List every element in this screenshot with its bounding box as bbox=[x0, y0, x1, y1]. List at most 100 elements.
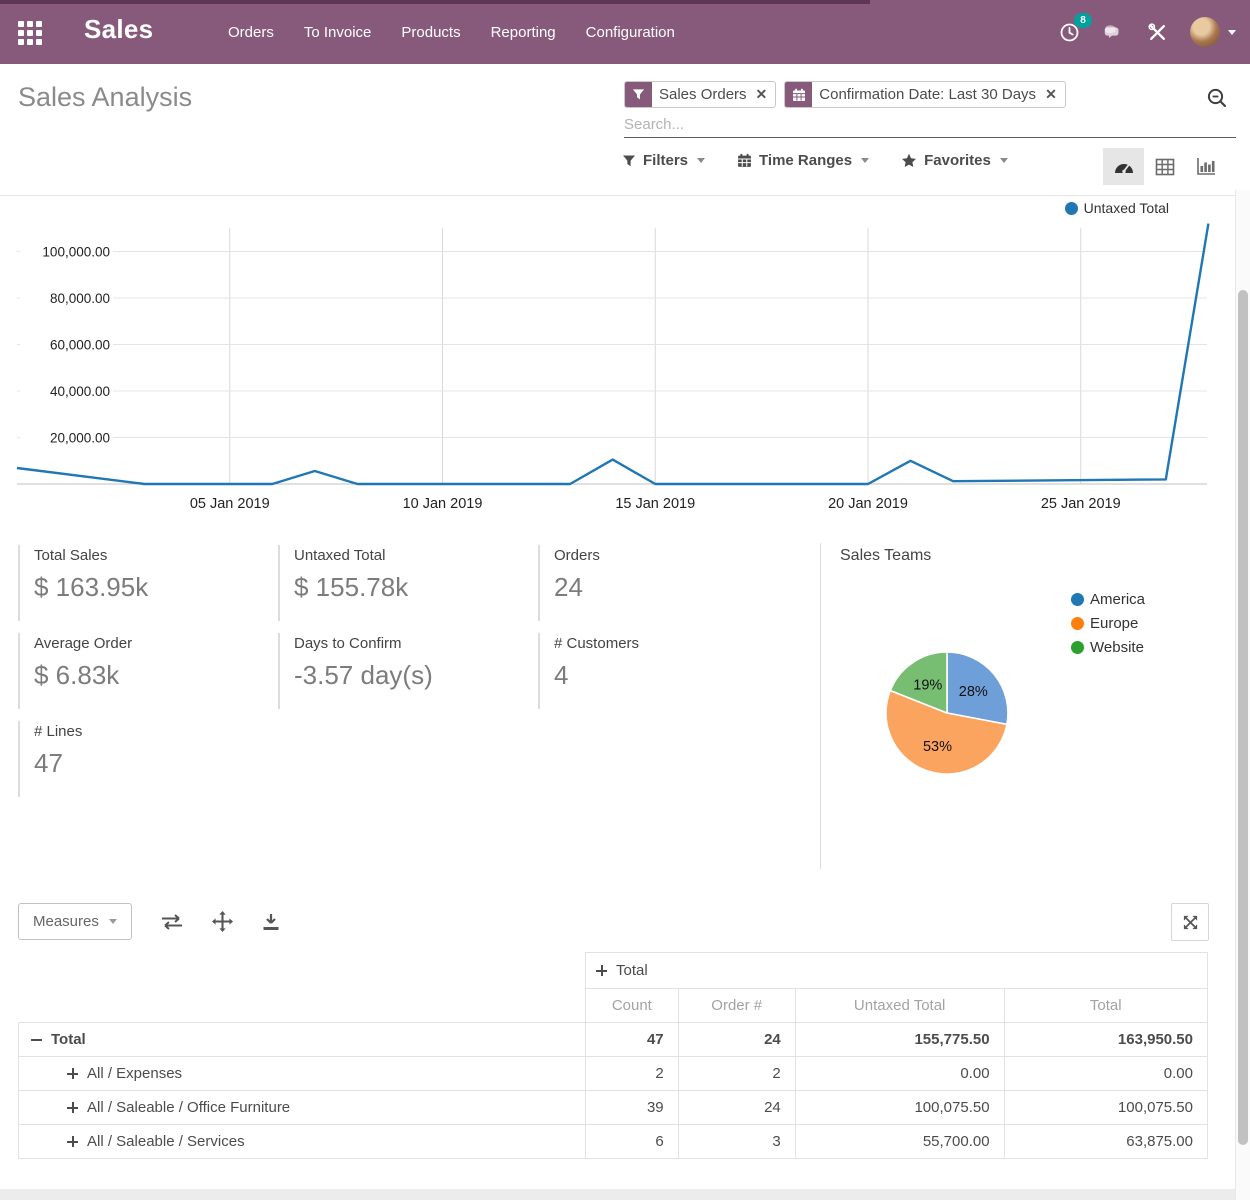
legend-label: America bbox=[1090, 591, 1145, 608]
pie-legend-item-europe[interactable]: Europe bbox=[1071, 615, 1145, 632]
y-axis-tick-label: 60,000.00 bbox=[50, 338, 110, 353]
menu-item-to-invoice[interactable]: To Invoice bbox=[304, 24, 372, 41]
pivot-cell[interactable]: 47 bbox=[586, 1023, 679, 1057]
table-grid-icon bbox=[1155, 158, 1175, 176]
pivot-row: All / Saleable / Office Furniture3924100… bbox=[19, 1091, 1208, 1125]
search-facets: Sales Orders ✕ Confirmation Date: Last 3… bbox=[624, 81, 1066, 108]
scrollbar-thumb[interactable] bbox=[1238, 290, 1248, 1145]
kpi-label: Orders bbox=[554, 547, 778, 564]
pie-slice-percent: 53% bbox=[923, 739, 952, 755]
measure-column-header[interactable]: Untaxed Total bbox=[795, 989, 1004, 1023]
menu-item-products[interactable]: Products bbox=[401, 24, 460, 41]
kpi-value: 24 bbox=[554, 572, 778, 603]
kpi-card-orders[interactable]: Orders 24 bbox=[538, 545, 778, 621]
pivot-cell[interactable]: 163,950.50 bbox=[1004, 1023, 1207, 1057]
measure-column-header[interactable]: Count bbox=[586, 989, 679, 1023]
pie-slice-percent: 19% bbox=[913, 678, 942, 694]
pivot-cell[interactable]: 2 bbox=[586, 1057, 679, 1091]
apps-grid-icon[interactable] bbox=[18, 21, 42, 45]
fullscreen-button[interactable] bbox=[1171, 903, 1209, 941]
kpi-card-total-sales[interactable]: Total Sales$ 163.95k bbox=[18, 545, 258, 621]
pivot-cell[interactable]: 24 bbox=[678, 1091, 795, 1125]
kpi-value: 4 bbox=[554, 660, 778, 691]
pivot-cell[interactable]: 63,875.00 bbox=[1004, 1125, 1207, 1159]
top-menu: Orders To Invoice Products Reporting Configu… bbox=[228, 0, 675, 64]
menu-item-configuration[interactable]: Configuration bbox=[586, 24, 675, 41]
dashboard-view-button[interactable] bbox=[1103, 148, 1144, 185]
minus-icon[interactable] bbox=[31, 1034, 42, 1045]
remove-facet-icon[interactable]: ✕ bbox=[754, 82, 776, 107]
expand-all-button[interactable] bbox=[212, 911, 233, 932]
kpi-card--customers[interactable]: # Customers4 bbox=[538, 633, 778, 709]
chevron-down-icon bbox=[1000, 158, 1008, 163]
plus-icon bbox=[596, 965, 607, 976]
graph-view-button[interactable] bbox=[1185, 148, 1226, 185]
remove-facet-icon[interactable]: ✕ bbox=[1043, 82, 1065, 107]
kpi-card--lines[interactable]: # Lines47 bbox=[18, 721, 258, 797]
pivot-cell[interactable]: 100,075.50 bbox=[1004, 1091, 1207, 1125]
plus-icon[interactable] bbox=[67, 1102, 78, 1113]
pivot-column-group-header[interactable]: Total bbox=[586, 953, 1208, 989]
kpi-label: Total Sales bbox=[34, 547, 258, 564]
measure-column-header[interactable]: Total bbox=[1004, 989, 1207, 1023]
time-ranges-button[interactable]: Time Ranges bbox=[737, 152, 869, 169]
flip-axis-button[interactable] bbox=[160, 913, 184, 931]
download-button[interactable] bbox=[261, 912, 281, 932]
pivot-cell[interactable]: 155,775.50 bbox=[795, 1023, 1004, 1057]
pivot-cell[interactable]: 24 bbox=[678, 1023, 795, 1057]
bar-chart-icon bbox=[1196, 157, 1216, 176]
pivot-cell[interactable]: 100,075.50 bbox=[795, 1091, 1004, 1125]
pivot-cell[interactable]: 6 bbox=[586, 1125, 679, 1159]
menu-item-reporting[interactable]: Reporting bbox=[491, 24, 556, 41]
sales-teams-pie-chart[interactable]: 28%53%19% bbox=[882, 648, 1012, 778]
untaxed-total-line[interactable] bbox=[17, 224, 1208, 484]
pivot-cell[interactable]: 39 bbox=[586, 1091, 679, 1125]
x-axis-tick-label: 10 Jan 2019 bbox=[403, 496, 483, 512]
pie-legend-item-website[interactable]: Website bbox=[1071, 639, 1145, 656]
download-icon bbox=[261, 912, 281, 932]
page-title: Sales Analysis bbox=[18, 82, 192, 113]
search-magnifier-icon[interactable] bbox=[1206, 87, 1228, 114]
measure-column-header[interactable]: Order # bbox=[678, 989, 795, 1023]
kpi-card-untaxed-total[interactable]: Untaxed Total$ 155.78k bbox=[278, 545, 518, 621]
line-chart-legend[interactable]: Untaxed Total bbox=[1065, 200, 1169, 216]
kpi-value: -3.57 day(s) bbox=[294, 660, 518, 691]
kpi-value: 47 bbox=[34, 748, 258, 779]
vertical-scrollbar[interactable] bbox=[1235, 190, 1250, 1200]
menu-item-orders[interactable]: Orders bbox=[228, 24, 274, 41]
facet-confirmation-date: Confirmation Date: Last 30 Days ✕ bbox=[784, 81, 1066, 108]
legend-label: Untaxed Total bbox=[1084, 200, 1169, 216]
pivot-cell[interactable]: 2 bbox=[678, 1057, 795, 1091]
pivot-row-header[interactable]: All / Saleable / Services bbox=[19, 1125, 586, 1159]
kpi-card-days-to-confirm[interactable]: Days to Confirm-3.57 day(s) bbox=[278, 633, 518, 709]
untaxed-total-line-chart[interactable]: 20,000.0040,000.0060,000.0080,000.00100,… bbox=[0, 220, 1232, 520]
pivot-cell[interactable]: 55,700.00 bbox=[795, 1125, 1004, 1159]
pivot-row-header[interactable]: All / Expenses bbox=[19, 1057, 586, 1091]
plus-icon[interactable] bbox=[67, 1068, 78, 1079]
activities-clock-icon[interactable]: 8 bbox=[1058, 21, 1080, 43]
sales-analysis-dashboard: Sales Orders To Invoice Products Reporting C… bbox=[0, 0, 1250, 1200]
pivot-cell[interactable]: 0.00 bbox=[795, 1057, 1004, 1091]
pie-legend-item-america[interactable]: America bbox=[1071, 591, 1145, 608]
tools-icon[interactable] bbox=[1146, 21, 1168, 43]
y-axis-tick-label: 20,000.00 bbox=[50, 431, 110, 446]
gauge-icon bbox=[1113, 157, 1135, 177]
user-menu[interactable] bbox=[1190, 17, 1236, 47]
pivot-view-button[interactable] bbox=[1144, 148, 1185, 185]
kpi-card-average-order[interactable]: Average Order$ 6.83k bbox=[18, 633, 258, 709]
y-axis-tick-label: 80,000.00 bbox=[50, 291, 110, 306]
pivot-row-header[interactable]: All / Saleable / Office Furniture bbox=[19, 1091, 586, 1125]
messages-icon[interactable] bbox=[1102, 21, 1124, 43]
measures-button[interactable]: Measures bbox=[18, 903, 132, 940]
plus-icon[interactable] bbox=[67, 1136, 78, 1147]
pivot-cell[interactable]: 3 bbox=[678, 1125, 795, 1159]
pivot-row-header[interactable]: Total bbox=[19, 1023, 586, 1057]
navbar-right: 8 bbox=[1058, 0, 1236, 64]
favorites-button[interactable]: Favorites bbox=[901, 152, 1008, 169]
pivot-cell[interactable]: 0.00 bbox=[1004, 1057, 1207, 1091]
filters-button[interactable]: Filters bbox=[622, 152, 705, 169]
app-brand[interactable]: Sales bbox=[84, 14, 153, 45]
search-input[interactable] bbox=[624, 111, 1236, 137]
column-group-label: Total bbox=[616, 962, 648, 979]
search-option-buttons: Filters Time Ranges Favorites bbox=[622, 152, 1008, 169]
